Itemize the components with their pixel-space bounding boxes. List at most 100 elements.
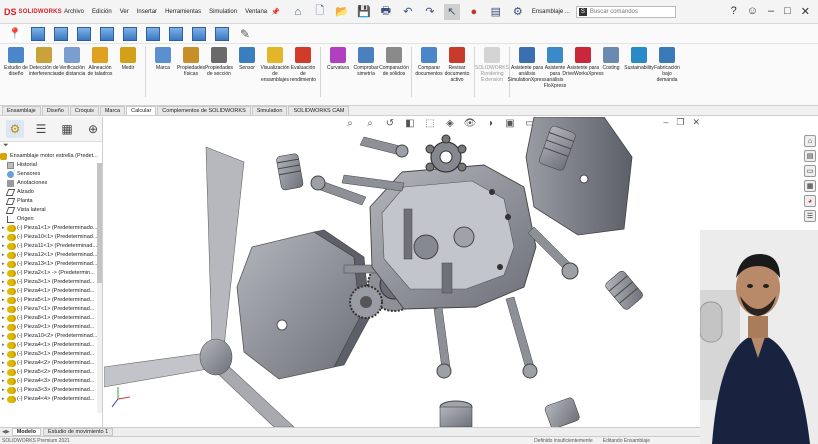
tree-part-row[interactable]: ▸ (-) Pieza4<1> (Predeterminad... [0,287,102,296]
tree-item-vista-lateral[interactable]: Vista lateral [0,206,102,215]
search-input[interactable]: Buscar comandos [590,9,638,15]
tree-part-row[interactable]: ▸ (-) Pieza8<1> (Predeterminad... [0,314,102,323]
tree-part-row[interactable]: ▸ (-) Pieza4<4> (Predeterminad... [0,395,102,404]
ribbon-command[interactable]: Comparación de sólidos [379,47,409,77]
cube-icon-2[interactable] [54,26,68,41]
tab-diseno[interactable]: Diseño [41,106,69,115]
file-properties-icon[interactable]: ▤ [488,4,504,20]
appearances-icon[interactable]: ◕ [804,195,816,207]
minimize-icon[interactable]: – [768,5,774,18]
ribbon-command[interactable]: Fabricación bajo demanda [653,47,681,83]
tree-scrollbar[interactable] [97,163,102,413]
tree-root[interactable]: Ensamblaje motor estrella (Predet... [0,152,102,161]
tree-part-row[interactable]: ▸ (-) Pieza9<1> (Predeterminad... [0,323,102,332]
tab-ensamblaje[interactable]: Ensamblaje [2,106,41,115]
tab-simulation[interactable]: Simulation [251,106,288,115]
ribbon-command[interactable]: Curvatura [324,47,352,71]
ribbon-command[interactable]: Estudio de diseño [2,47,30,77]
open-icon[interactable]: 📂 [334,4,350,20]
cube-icon-3[interactable] [77,26,91,41]
menu-insertar[interactable]: Insertar [137,9,157,15]
cube-icon-4[interactable] [100,26,114,41]
cube-icon-7[interactable] [169,26,183,41]
pin-icon[interactable]: 📌 [271,8,280,16]
tree-part-row[interactable]: ▸ (-) Pieza10<1> (Predeterminad... [0,233,102,242]
tab-complementos[interactable]: Complementos de SOLIDWORKS [157,106,251,115]
new-document-icon[interactable]: 🗋 [312,4,328,20]
cube-icon-5[interactable] [123,26,137,41]
tree-part-row[interactable]: ▸ (-) Pieza12<1> (Predeterminad... [0,251,102,260]
filter-icon[interactable]: ⏷ [0,142,102,152]
ribbon-command[interactable]: Alineación de taladros [86,47,114,77]
maximize-icon[interactable]: □ [784,5,791,18]
help-icon[interactable]: ? [731,5,737,18]
options-gear-icon[interactable]: ⚙ [510,4,526,20]
tree-part-row[interactable]: ▸ (-) Pieza5<2> (Predeterminad... [0,368,102,377]
select-icon[interactable]: ↖ [443,3,460,20]
tree-part-row[interactable]: ▸ (-) Pieza3<1> (Predeterminad... [0,350,102,359]
tree-part-row[interactable]: ▸ (-) Pieza2<1> -> (Predetermin... [0,269,102,278]
menu-herramientas[interactable]: Herramientas [165,9,201,15]
view-palette-icon[interactable]: ▦ [804,180,816,192]
menu-simulation[interactable]: Simulation [209,9,237,15]
ribbon-command[interactable]: Visualización de ensamblajes [260,47,290,83]
ribbon-command[interactable]: Asistente para DriveWorksXpress [562,47,604,77]
tree-item-sensores[interactable]: Sensores [0,170,102,179]
ribbon-command[interactable]: Propiedades físicas [177,47,205,77]
cube-icon-8[interactable] [192,26,206,41]
tab-nav-arrows-icon[interactable]: ◀▶ [2,429,10,435]
tree-item-origen[interactable]: Origen [0,215,102,224]
tab-croquis[interactable]: Croquis [69,106,99,115]
tree-part-row[interactable]: ▸ (-) Pieza13<1> (Predeterminad... [0,260,102,269]
tab-calcular[interactable]: Calcular [126,106,157,115]
tree-part-row[interactable]: ▸ (-) Pieza1<1> (Predeterminado... [0,224,102,233]
ribbon-command[interactable]: Costing [597,47,625,71]
ribbon-command[interactable]: Evaluación de rendimiento [289,47,317,83]
save-icon[interactable]: 💾 [356,4,372,20]
graphics-area[interactable]: ⌕ ⌕ ↺ ◧ ⬚ ◈ 👁 ◑ ▣ ▭ – ❐ ✕ [104,117,700,427]
menu-edicion[interactable]: Edición [92,9,112,15]
pushpin-icon[interactable]: 📍 [8,26,22,41]
undo-icon[interactable]: ↶ [400,4,416,20]
print-icon[interactable]: 🖶 [378,4,394,20]
ribbon-command[interactable]: Sensor [233,47,261,71]
solidworks-logo[interactable]: DS SOLIDWORKS [4,7,62,17]
ribbon-command[interactable]: Detección de interferencias [29,47,59,77]
menu-ventana[interactable]: Ventana [245,9,267,15]
redo-icon[interactable]: ↷ [422,4,438,20]
file-explorer-icon[interactable]: ▭ [804,165,816,177]
ribbon-command[interactable]: Sustainability [624,47,654,71]
custom-properties-icon[interactable]: ☰ [804,210,816,222]
solidworks-resources-icon[interactable]: ⌂ [804,135,816,147]
dimxpert-tab-icon[interactable]: ⊕ [84,120,102,138]
tab-marca[interactable]: Marca [99,106,126,115]
cube-icon-9[interactable] [215,26,229,41]
ribbon-command[interactable]: Comprobar simetría [352,47,380,77]
tab-solidworks-cam[interactable]: SOLIDWORKS CAM [288,106,350,115]
close-icon[interactable]: ✕ [801,5,810,18]
ribbon-command[interactable]: Medir [114,47,142,71]
tree-part-row[interactable]: ▸ (-) Pieza10<2> (Predeterminad... [0,332,102,341]
ribbon-command[interactable]: Revisar documento activo [443,47,471,83]
ribbon-command[interactable]: Asistente para análisis SimulationXpress [508,47,546,83]
property-manager-tab-icon[interactable]: ☰ [32,120,50,138]
tree-item-historial[interactable]: Historial [0,161,102,170]
cube-icon-1[interactable] [31,26,45,41]
sketch-pencil-icon[interactable]: ✎ [238,27,252,41]
tree-part-row[interactable]: ▸ (-) Pieza4<1> (Predeterminad... [0,341,102,350]
tree-item-planta[interactable]: Planta [0,197,102,206]
tree-part-row[interactable]: ▸ (-) Pieza5<1> (Predeterminad... [0,296,102,305]
tree-part-row[interactable]: ▸ (-) Pieza7<1> (Predeterminad... [0,305,102,314]
tree-item-alzado[interactable]: Alzado [0,188,102,197]
traffic-light-icon[interactable]: ● [466,4,482,20]
cube-icon-6[interactable] [146,26,160,41]
tree-scrollbar-thumb[interactable] [97,163,102,283]
ribbon-command[interactable]: SOLIDWORKS Rendering Extension [475,47,509,83]
ribbon-command[interactable]: Comparar documentos [415,47,443,77]
command-search[interactable]: S Buscar comandos [575,5,676,18]
home-icon[interactable]: ⌂ [290,4,306,20]
ribbon-command[interactable]: Marca [149,47,177,71]
tree-part-row[interactable]: ▸ (-) Pieza4<2> (Predeterminad... [0,359,102,368]
tree-item-anotaciones[interactable]: Anotaciones [0,179,102,188]
tree-part-row[interactable]: ▸ (-) Pieza3<3> (Predeterminad... [0,386,102,395]
